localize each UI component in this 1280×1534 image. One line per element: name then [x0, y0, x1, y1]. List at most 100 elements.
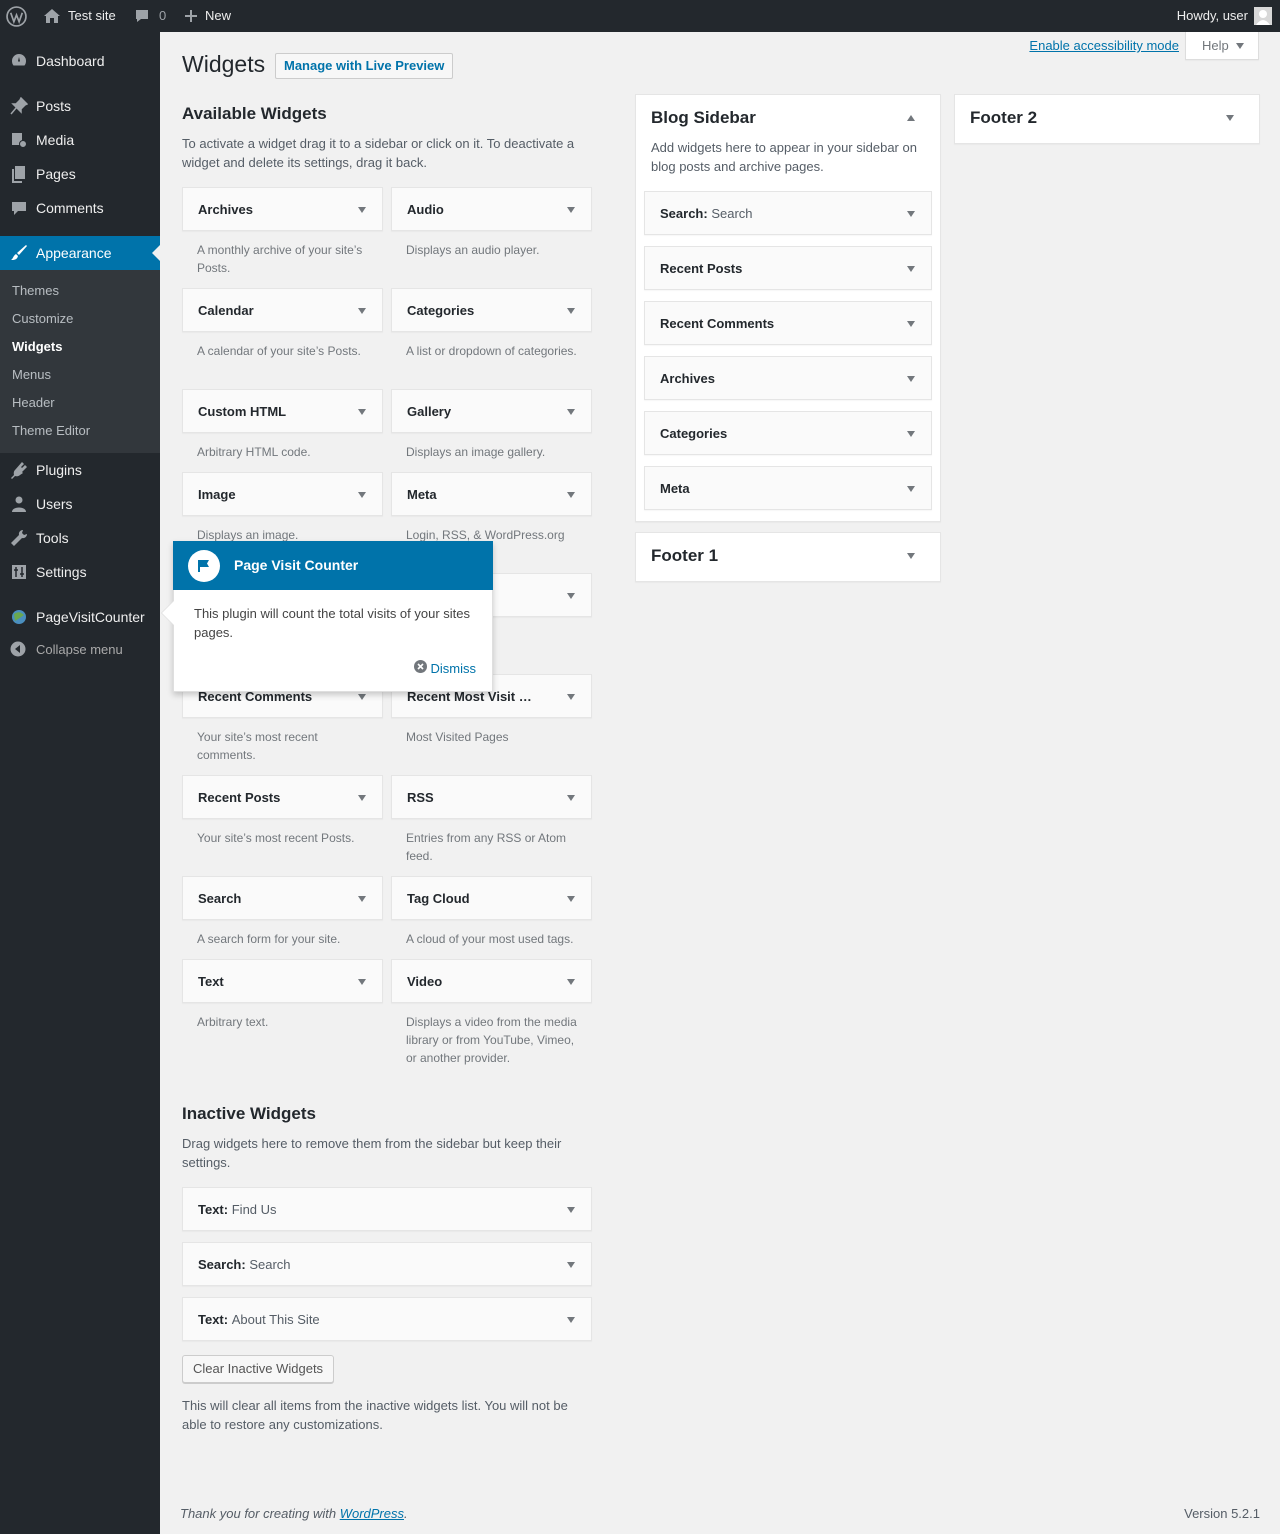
new-content-link[interactable]: New: [184, 0, 231, 32]
expand-arrow-icon[interactable]: [358, 308, 366, 314]
sidebar-widget[interactable]: Recent Posts: [644, 246, 932, 290]
expand-arrow-icon[interactable]: [907, 431, 915, 437]
expand-arrow-icon[interactable]: [567, 308, 575, 314]
dismiss-label: Dismiss: [430, 660, 477, 676]
available-widget[interactable]: Gallery: [391, 389, 592, 433]
expand-arrow-icon[interactable]: [567, 409, 575, 415]
expand-arrow-icon[interactable]: [567, 896, 575, 902]
widget-instance-title: Search: [711, 206, 753, 221]
expand-arrow-icon[interactable]: [567, 694, 575, 700]
menu-appearance[interactable]: Appearance: [0, 236, 160, 270]
available-widget[interactable]: Calendar: [182, 288, 383, 332]
available-widget[interactable]: Categories: [391, 288, 592, 332]
expand-arrow-icon[interactable]: [567, 1207, 575, 1213]
available-widget[interactable]: Text: [182, 959, 383, 1003]
expand-arrow-icon[interactable]: [567, 207, 575, 213]
submenu-header[interactable]: Header: [12, 395, 55, 410]
available-widget[interactable]: Search: [182, 876, 383, 920]
inactive-widget-text-about[interactable]: Text: About This Site: [182, 1297, 592, 1341]
menu-posts-label: Posts: [36, 98, 72, 114]
submenu-theme-editor[interactable]: Theme Editor: [12, 423, 90, 438]
available-widget[interactable]: Tag Cloud: [391, 876, 592, 920]
menu-pages[interactable]: Pages: [0, 157, 160, 191]
submenu-customize[interactable]: Customize: [12, 311, 73, 326]
comments-link[interactable]: 0: [134, 0, 166, 32]
expand-arrow-icon[interactable]: [358, 979, 366, 985]
wordpress-logo-icon[interactable]: [6, 0, 27, 32]
expand-arrow-icon[interactable]: [567, 1317, 575, 1323]
expand-arrow-icon[interactable]: [907, 211, 915, 217]
available-widget[interactable]: RSS: [391, 775, 592, 819]
sidebar-widget[interactable]: Search: Search: [644, 191, 932, 235]
enable-accessibility-link[interactable]: Enable accessibility mode: [1029, 32, 1179, 60]
widget-description: Displays a video from the media library …: [406, 1015, 577, 1065]
available-widget[interactable]: Custom HTML: [182, 389, 383, 433]
expand-arrow-icon[interactable]: [567, 1262, 575, 1268]
site-home-link[interactable]: Test site: [43, 0, 116, 32]
available-widget[interactable]: Recent Posts: [182, 775, 383, 819]
expand-arrow-icon[interactable]: [358, 492, 366, 498]
widget-type: Meta: [660, 481, 690, 496]
available-widget[interactable]: Image: [182, 472, 383, 516]
expand-arrow-icon[interactable]: [907, 321, 915, 327]
wordpress-link[interactable]: WordPress: [340, 1506, 404, 1521]
expand-arrow-icon[interactable]: [1226, 115, 1234, 121]
my-account-link[interactable]: Howdy, user: [1177, 0, 1272, 32]
menu-users[interactable]: Users: [0, 487, 160, 521]
menu-plugins[interactable]: Plugins: [0, 453, 160, 487]
sidebar-widget[interactable]: Recent Comments: [644, 301, 932, 345]
available-widget[interactable]: Archives: [182, 187, 383, 231]
widget-type: Archives: [660, 371, 715, 386]
inactive-widget-text-find-us[interactable]: Text: Find Us: [182, 1187, 592, 1231]
expand-arrow-icon[interactable]: [907, 486, 915, 492]
menu-media[interactable]: Media: [0, 123, 160, 157]
footer-1-area[interactable]: Footer 1: [635, 532, 941, 582]
collapse-menu-button[interactable]: Collapse menu: [0, 639, 160, 659]
expand-arrow-icon[interactable]: [567, 795, 575, 801]
widget-type: Text:: [198, 1202, 229, 1217]
menu-media-label: Media: [36, 132, 75, 148]
expand-arrow-icon[interactable]: [907, 376, 915, 382]
sidebar-widget[interactable]: Categories: [644, 411, 932, 455]
available-widget[interactable]: Audio: [391, 187, 592, 231]
help-tab[interactable]: Help: [1185, 32, 1259, 60]
widget-instance-title: Search: [249, 1257, 291, 1272]
pointer-dismiss-link[interactable]: Dismiss: [413, 660, 477, 676]
submenu-menus[interactable]: Menus: [12, 367, 51, 382]
clear-inactive-widgets-button[interactable]: Clear Inactive Widgets: [182, 1355, 335, 1383]
expand-arrow-icon[interactable]: [567, 593, 575, 599]
widget-description: A calendar of your site’s Posts.: [197, 344, 361, 358]
expand-arrow-icon[interactable]: [358, 896, 366, 902]
menu-posts[interactable]: Posts: [0, 89, 160, 123]
available-widget[interactable]: Meta: [391, 472, 592, 516]
footer-2-area[interactable]: Footer 2: [954, 94, 1260, 144]
expand-arrow-icon[interactable]: [907, 266, 915, 272]
expand-arrow-icon[interactable]: [358, 694, 366, 700]
expand-arrow-icon[interactable]: [358, 207, 366, 213]
expand-arrow-icon[interactable]: [567, 979, 575, 985]
footer-thanks: Thank you for creating with WordPress.: [180, 1506, 408, 1521]
sidebar-widget[interactable]: Meta: [644, 466, 932, 510]
expand-arrow-icon[interactable]: [907, 553, 915, 559]
collapse-arrow-icon[interactable]: [907, 115, 915, 121]
sidebar-widget[interactable]: Archives: [644, 356, 932, 400]
menu-comments[interactable]: Comments: [0, 191, 160, 225]
menu-settings[interactable]: Settings: [0, 555, 160, 589]
inactive-widget-search[interactable]: Search: Search: [182, 1242, 592, 1286]
widget-description: Most Visited Pages: [406, 730, 509, 744]
menu-dashboard[interactable]: Dashboard: [0, 44, 160, 78]
expand-arrow-icon[interactable]: [567, 492, 575, 498]
live-preview-button[interactable]: Manage with Live Preview: [275, 53, 454, 79]
menu-tools[interactable]: Tools: [0, 521, 160, 555]
expand-arrow-icon[interactable]: [358, 795, 366, 801]
submenu-themes[interactable]: Themes: [12, 283, 59, 298]
menu-comments-label: Comments: [36, 200, 104, 216]
widget-title: Categories: [660, 412, 727, 455]
available-widget[interactable]: Video: [391, 959, 592, 1003]
widget-title: Meta: [660, 467, 690, 510]
widget-title: Recent Posts: [198, 790, 281, 805]
menu-pagevisitcounter[interactable]: PageVisitCounter: [0, 600, 160, 634]
submenu-widgets[interactable]: Widgets: [12, 339, 62, 354]
expand-arrow-icon[interactable]: [358, 409, 366, 415]
appearance-submenu: Themes Customize Widgets Menus Header Th…: [0, 270, 160, 453]
